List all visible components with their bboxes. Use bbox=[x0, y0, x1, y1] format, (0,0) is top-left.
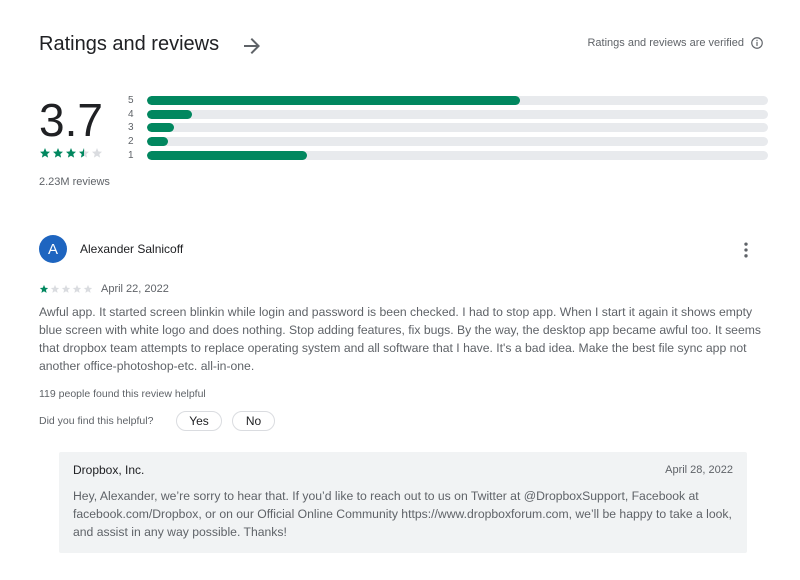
rating-bar-track bbox=[147, 123, 768, 133]
developer-reply: Dropbox, Inc. April 28, 2022 Hey, Alexan… bbox=[59, 452, 747, 553]
reviewer-row: A Alexander Salnicoff bbox=[39, 235, 764, 263]
rating-bar-track bbox=[147, 109, 768, 119]
rating-bar-track bbox=[147, 96, 768, 106]
arrow-right-icon[interactable] bbox=[240, 34, 264, 58]
verified-text: Ratings and reviews are verified bbox=[587, 37, 744, 49]
developer-name: Dropbox, Inc. bbox=[73, 463, 145, 477]
yes-button[interactable]: Yes bbox=[176, 411, 222, 431]
reply-text: Hey, Alexander, we’re sorry to hear that… bbox=[73, 489, 732, 539]
star-icon bbox=[92, 148, 102, 158]
rating-bar-fill bbox=[147, 123, 174, 133]
rating-bar-fill bbox=[147, 137, 169, 147]
rating-bar-track bbox=[147, 137, 768, 147]
helpful-question: Did you find this helpful? bbox=[39, 415, 154, 427]
star-icon bbox=[40, 148, 50, 158]
star-icon bbox=[79, 148, 89, 158]
reviewer-name: Alexander Salnicoff bbox=[80, 242, 184, 256]
rating-bar-row: 2 bbox=[128, 135, 768, 149]
star-icon bbox=[50, 284, 60, 293]
more-vert-icon[interactable] bbox=[736, 240, 756, 260]
review-text: Awful app. It started screen blinkin whi… bbox=[39, 305, 761, 373]
total-reviews: 2.23M reviews bbox=[39, 176, 110, 188]
star-icon bbox=[53, 148, 63, 158]
rating-bar-row: 1 bbox=[128, 148, 768, 162]
verified-notice: Ratings and reviews are verified bbox=[587, 36, 764, 50]
ratings-header: Ratings and reviews Ratings and reviews … bbox=[39, 30, 764, 58]
info-icon[interactable] bbox=[750, 36, 764, 50]
rating-bar-label: 1 bbox=[128, 149, 134, 161]
no-button[interactable]: No bbox=[232, 411, 275, 431]
rating-bar-row: 4 bbox=[128, 108, 768, 122]
rating-bar-fill bbox=[147, 109, 192, 119]
rating-summary: 3.7 2.23M reviews bbox=[39, 92, 110, 188]
rating-bar-label: 5 bbox=[128, 95, 134, 107]
review-date: April 22, 2022 bbox=[101, 283, 169, 295]
section-title: Ratings and reviews bbox=[39, 33, 220, 55]
star-icon bbox=[61, 284, 71, 293]
rating-bar-fill bbox=[147, 96, 520, 106]
rating-bar-label: 3 bbox=[128, 122, 134, 134]
rating-bar-row: 5 bbox=[128, 94, 768, 108]
review-stars bbox=[39, 284, 93, 294]
average-stars bbox=[39, 147, 103, 161]
rating-bar-label: 2 bbox=[128, 136, 134, 148]
review-meta: April 22, 2022 bbox=[39, 283, 169, 295]
rating-bar-label: 4 bbox=[128, 108, 134, 120]
avatar: A bbox=[39, 235, 67, 263]
helpful-row: Did you find this helpful? Yes No bbox=[39, 411, 275, 431]
rating-bar-track bbox=[147, 150, 768, 160]
reply-date: April 28, 2022 bbox=[665, 464, 733, 476]
rating-bar-row: 3 bbox=[128, 121, 768, 135]
star-icon bbox=[72, 284, 82, 293]
star-icon bbox=[66, 148, 76, 158]
star-icon bbox=[83, 284, 93, 293]
rating-bar-fill bbox=[147, 150, 308, 160]
average-score: 3.7 bbox=[39, 94, 103, 146]
helpful-count: 119 people found this review helpful bbox=[39, 388, 206, 400]
rating-distribution: 54 3 21 bbox=[128, 94, 768, 162]
review-card: A Alexander Salnicoff April 22, 2022 Awf… bbox=[39, 235, 764, 431]
star-icon bbox=[39, 284, 49, 293]
